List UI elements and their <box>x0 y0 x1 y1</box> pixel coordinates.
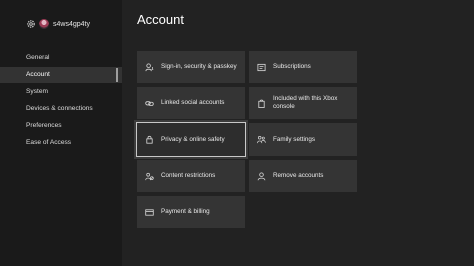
included-with-console-tile[interactable]: Included with this Xbox console <box>249 87 357 119</box>
sidebar-item-label: Preferences <box>26 122 62 129</box>
gear-icon[interactable] <box>26 19 36 29</box>
payment-billing-tile[interactable]: Payment & billing <box>137 196 245 228</box>
tile-label: Included with this Xbox console <box>273 95 338 110</box>
sidebar-item-account[interactable]: Account <box>0 67 122 83</box>
sidebar-item-label: Devices & connections <box>26 105 93 112</box>
lock-icon <box>145 135 154 144</box>
subscriptions-icon <box>257 63 266 72</box>
content-restrictions-tile[interactable]: Content restrictions <box>137 160 245 192</box>
sidebar-item-label: General <box>26 54 50 61</box>
sidebar: s4ws4gp4ty General Account System Device… <box>0 0 122 266</box>
sidebar-item-general[interactable]: General <box>0 50 122 66</box>
family-settings-tile[interactable]: Family settings <box>249 123 357 156</box>
sidebar-item-system[interactable]: System <box>0 84 122 100</box>
remove-account-icon <box>257 171 266 181</box>
settings-nav: General Account System Devices & connect… <box>0 50 122 152</box>
tile-label: Remove accounts <box>273 172 324 179</box>
subscriptions-tile[interactable]: Subscriptions <box>249 51 357 83</box>
linked-accounts-icon <box>145 99 154 108</box>
tile-label: Subscriptions <box>273 63 311 70</box>
sidebar-item-devices-connections[interactable]: Devices & connections <box>0 101 122 117</box>
linked-social-accounts-tile[interactable]: Linked social accounts <box>137 87 245 119</box>
remove-accounts-tile[interactable]: Remove accounts <box>249 160 357 192</box>
sign-in-icon <box>145 62 154 72</box>
sidebar-item-label: System <box>26 88 48 95</box>
privacy-online-safety-tile[interactable]: Privacy & online safety <box>136 122 246 157</box>
profile-header: s4ws4gp4ty <box>26 16 90 32</box>
sidebar-item-label: Account <box>26 71 50 78</box>
family-icon <box>257 135 266 144</box>
tile-label: Privacy & online safety <box>161 135 225 143</box>
content-restrictions-icon <box>145 172 154 181</box>
sidebar-item-label: Ease of Access <box>26 139 72 146</box>
tile-label: Payment & billing <box>161 208 210 215</box>
sidebar-item-preferences[interactable]: Preferences <box>0 118 122 134</box>
tile-label: Content restrictions <box>161 172 216 179</box>
sign-in-security-passkey-tile[interactable]: Sign-in, security & passkey <box>137 51 245 83</box>
page-title: Account <box>137 12 184 27</box>
tile-label: Linked social accounts <box>161 99 225 106</box>
sidebar-item-ease-of-access[interactable]: Ease of Access <box>0 135 122 151</box>
avatar[interactable] <box>39 19 49 29</box>
console-included-icon <box>257 99 266 108</box>
tile-label: Family settings <box>273 135 315 143</box>
payment-card-icon <box>145 208 154 217</box>
gamertag: s4ws4gp4ty <box>53 20 90 28</box>
tile-label: Sign-in, security & passkey <box>161 63 237 70</box>
